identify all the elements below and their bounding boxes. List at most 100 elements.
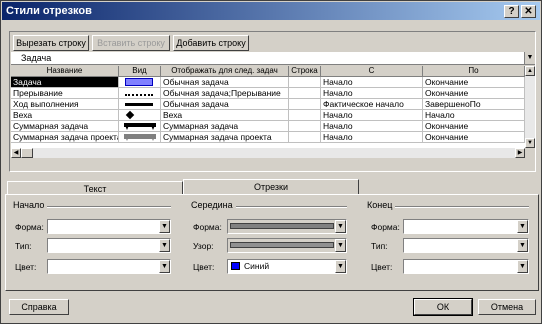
end-color-label: Цвет: (371, 262, 393, 272)
chevron-down-icon[interactable]: ▼ (524, 52, 535, 64)
row-show-for[interactable]: Обычная задача;Прерывание (161, 88, 289, 99)
row-from[interactable]: Начало (321, 88, 423, 99)
column-header-row[interactable]: Строка (289, 66, 321, 77)
row-show-for[interactable]: Обычная задача (161, 99, 289, 110)
row-name[interactable]: Прерывание (11, 88, 119, 99)
chevron-down-icon[interactable]: ▼ (159, 220, 170, 233)
row-name[interactable]: Веха (11, 110, 119, 121)
column-header-to[interactable]: По (423, 66, 525, 77)
chevron-down-icon[interactable]: ▼ (159, 239, 170, 252)
close-icon[interactable]: ✕ (521, 5, 536, 18)
start-form-label: Форма: (15, 222, 44, 232)
row-to[interactable]: Окончание (423, 132, 525, 143)
column-header-appearance[interactable]: Вид (119, 66, 161, 77)
scroll-up-icon[interactable]: ▲ (525, 66, 535, 76)
start-color-label: Цвет: (15, 262, 37, 272)
window-title: Стили отрезков (6, 5, 92, 17)
summary-bar-icon (124, 123, 156, 130)
row-row[interactable] (289, 77, 321, 88)
row-to[interactable]: Окончание (423, 77, 525, 88)
middle-form-select[interactable]: ▼ (227, 219, 347, 234)
row-show-for[interactable]: Суммарная задача (161, 121, 289, 132)
cell-edit-field[interactable]: Задача ▼ (11, 52, 535, 65)
row-appearance[interactable] (119, 88, 161, 99)
table-row[interactable]: Суммарная задача проекта Суммарная задач… (11, 132, 525, 143)
chevron-down-icon[interactable]: ▼ (335, 239, 346, 252)
row-show-for[interactable]: Суммарная задача проекта (161, 132, 289, 143)
row-row[interactable] (289, 99, 321, 110)
bar-shape-preview (230, 223, 334, 229)
middle-pattern-select[interactable]: ▼ (227, 238, 347, 253)
chevron-down-icon[interactable]: ▼ (517, 239, 528, 252)
scroll-down-icon[interactable]: ▼ (525, 138, 535, 148)
chevron-down-icon[interactable]: ▼ (517, 260, 528, 273)
chevron-down-icon[interactable]: ▼ (159, 260, 170, 273)
row-show-for[interactable]: Обычная задача (161, 77, 289, 88)
row-row[interactable] (289, 132, 321, 143)
end-type-select[interactable]: ▼ (403, 238, 529, 253)
row-appearance[interactable] (119, 77, 161, 88)
tab-text[interactable]: Текст (7, 181, 183, 195)
group-divider (41, 206, 171, 208)
row-name[interactable]: Суммарная задача проекта (11, 132, 119, 143)
start-form-select[interactable]: ▼ (47, 219, 171, 234)
column-header-from[interactable]: С (321, 66, 423, 77)
blue-bar-icon (125, 78, 153, 86)
row-row[interactable] (289, 121, 321, 132)
diamond-icon (125, 110, 135, 120)
tab-bars[interactable]: Отрезки (183, 179, 359, 195)
row-to[interactable]: Начало (423, 110, 525, 121)
help-icon[interactable]: ? (504, 5, 519, 18)
row-from[interactable]: Начало (321, 132, 423, 143)
row-row[interactable] (289, 88, 321, 99)
row-from[interactable]: Фактическое начало (321, 99, 423, 110)
end-form-select[interactable]: ▼ (403, 219, 529, 234)
table-row[interactable]: Задача Обычная задача Начало Окончание (11, 77, 525, 88)
bar-styles-table[interactable]: Название Вид Отображать для след. задач … (11, 66, 525, 148)
cancel-button[interactable]: Отмена (478, 299, 536, 315)
row-to[interactable]: Окончание (423, 88, 525, 99)
middle-group-title: Середина (191, 200, 236, 210)
table-row[interactable]: Суммарная задача Суммарная задача Начало… (11, 121, 525, 132)
add-row-button[interactable]: Добавить строку (173, 35, 249, 51)
row-appearance[interactable] (119, 99, 161, 110)
start-type-select[interactable]: ▼ (47, 238, 171, 253)
row-from[interactable]: Начало (321, 77, 423, 88)
row-name[interactable]: Суммарная задача (11, 121, 119, 132)
row-name[interactable]: Задача (11, 77, 119, 88)
cut-row-button[interactable]: Вырезать строку (13, 35, 89, 51)
ok-button[interactable]: ОК (413, 298, 473, 316)
table-row[interactable]: Веха Веха Начало Начало (11, 110, 525, 121)
scroll-thumb[interactable] (21, 148, 33, 158)
column-header-show-for[interactable]: Отображать для след. задач (161, 66, 289, 77)
row-from[interactable]: Начало (321, 110, 423, 121)
middle-color-select[interactable]: Синий ▼ (227, 259, 347, 274)
row-appearance[interactable] (119, 132, 161, 143)
horizontal-scrollbar[interactable]: ◀ ▶ (11, 148, 525, 158)
help-button[interactable]: Справка (9, 299, 69, 315)
middle-color-label: Цвет: (193, 262, 215, 272)
row-from[interactable]: Начало (321, 121, 423, 132)
scroll-left-icon[interactable]: ◀ (11, 148, 21, 158)
chevron-down-icon[interactable]: ▼ (335, 220, 346, 233)
pattern-preview (230, 242, 334, 248)
row-appearance[interactable] (119, 121, 161, 132)
row-name[interactable]: Ход выполнения (11, 99, 119, 110)
paste-row-button[interactable]: Вставить строку (92, 35, 170, 51)
row-to[interactable]: ЗавершеноПо (423, 99, 525, 110)
start-type-label: Тип: (15, 241, 32, 251)
row-to[interactable]: Окончание (423, 121, 525, 132)
vertical-scrollbar[interactable]: ▲ ▼ (525, 66, 535, 148)
column-header-name[interactable]: Название (11, 66, 119, 77)
table-row[interactable]: Прерывание Обычная задача;Прерывание Нач… (11, 88, 525, 99)
table-row[interactable]: Ход выполнения Обычная задача Фактическо… (11, 99, 525, 110)
start-color-select[interactable]: ▼ (47, 259, 171, 274)
scroll-right-icon[interactable]: ▶ (515, 148, 525, 158)
chevron-down-icon[interactable]: ▼ (335, 260, 346, 273)
chevron-down-icon[interactable]: ▼ (517, 220, 528, 233)
end-form-label: Форма: (371, 222, 400, 232)
row-appearance[interactable] (119, 110, 161, 121)
row-show-for[interactable]: Веха (161, 110, 289, 121)
end-color-select[interactable]: ▼ (403, 259, 529, 274)
row-row[interactable] (289, 110, 321, 121)
